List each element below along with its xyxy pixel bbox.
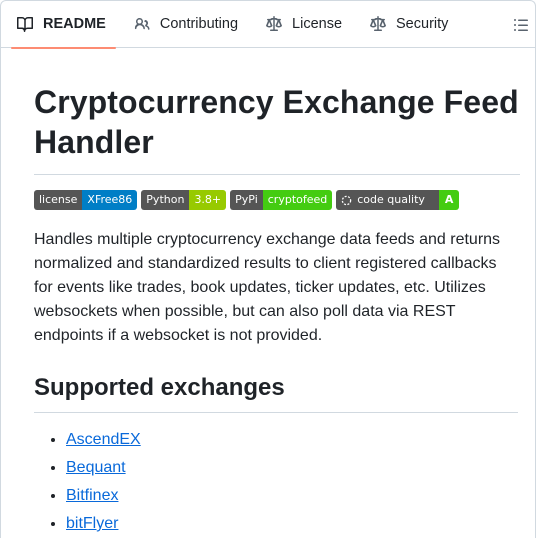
tab-readme-label: README [43,16,106,32]
tab-readme[interactable]: README [11,1,116,49]
exchange-link-ascendex[interactable]: AscendEX [66,431,141,448]
code-quality-badge-value: A [438,190,460,210]
license-badge-value: XFree86 [82,190,138,210]
law-icon [370,16,387,32]
list-item: Bequant [66,456,535,480]
list-item: bitFlyer [66,512,535,536]
exchange-link-bitflyer[interactable]: bitFlyer [66,515,118,532]
tab-license-label: License [292,16,343,32]
page-title: Cryptocurrency Exchange Feed Handler [34,48,520,175]
section-heading: Supported exchanges [34,373,518,413]
license-badge-label: license [34,190,83,210]
code-quality-badge[interactable]: code quality A [336,190,460,210]
list-unordered-icon[interactable] [513,17,529,33]
pypi-badge-label: PyPi [230,190,263,210]
badge-row: license XFree86 Python 3.8+ PyPi cryptof… [34,190,535,210]
tab-security-label: Security [396,16,449,32]
exchange-link-bequant[interactable]: Bequant [66,459,126,476]
list-item: AscendEX [66,428,535,452]
python-badge[interactable]: Python 3.8+ [141,190,227,210]
tab-contributing[interactable]: Contributing [134,1,238,48]
exchange-link-bitfinex[interactable]: Bitfinex [66,487,118,504]
python-badge-value: 3.8+ [189,190,227,210]
list-item: Bitfinex [66,484,535,508]
tab-contributing-label: Contributing [159,16,239,32]
readme-panel: README Contributing License Security Cry… [0,0,536,538]
pypi-badge-value: cryptofeed [262,190,333,210]
tab-license[interactable]: License [266,1,342,48]
repo-file-tabs: README Contributing License Security [1,1,535,49]
book-icon [17,16,33,32]
python-badge-label: Python [141,190,190,210]
pypi-badge[interactable]: PyPi cryptofeed [230,190,333,210]
exchange-list: AscendEX Bequant Bitfinex bitFlyer [34,428,535,536]
license-badge[interactable]: license XFree86 [34,190,138,210]
readme-content: Cryptocurrency Exchange Feed Handler lic… [1,48,535,536]
codacy-icon [341,195,352,206]
project-description: Handles multiple cryptocurrency exchange… [34,231,501,344]
law-icon [266,16,283,32]
tab-security[interactable]: Security [370,1,448,48]
people-icon [134,16,150,32]
code-quality-badge-label: code quality [357,193,425,206]
